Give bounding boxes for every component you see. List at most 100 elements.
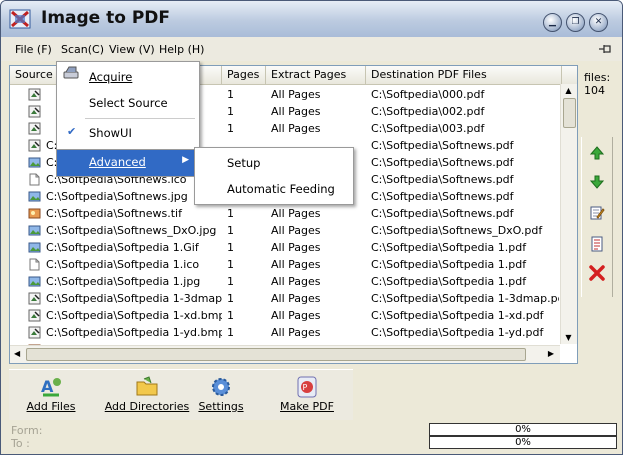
restore-icon: ❐ bbox=[571, 17, 580, 27]
cell-destination: C:\Softpedia\Softpedia 1.pdf bbox=[371, 258, 527, 271]
table-row[interactable]: C:\Softpedia\Softpedia 1-3dmap.b... 1 All … bbox=[10, 290, 560, 307]
cell-destination: C:\Softpedia\Softpedia 1-yd.pdf bbox=[371, 326, 544, 339]
pin-icon[interactable] bbox=[598, 43, 612, 55]
cell-destination: C:\Softpedia\Softnews.pdf bbox=[371, 139, 514, 152]
table-row[interactable]: C:\Softpedia\Softpedia 1-yd.bmp 1 All Page… bbox=[10, 324, 560, 341]
scroll-left-icon[interactable]: ◀ bbox=[14, 349, 20, 358]
add-files-label: Add Files bbox=[26, 400, 76, 413]
scroll-up-icon[interactable]: ▲ bbox=[563, 86, 574, 95]
cell-extract-pages: All Pages bbox=[271, 292, 321, 305]
delete-button[interactable] bbox=[585, 262, 609, 284]
photo-icon bbox=[28, 208, 41, 219]
horizontal-scroll-thumb[interactable] bbox=[26, 348, 526, 361]
menu-file[interactable]: File (F) bbox=[15, 43, 52, 56]
menu-item-setup[interactable]: Setup bbox=[195, 151, 353, 175]
svg-text:A: A bbox=[41, 377, 54, 396]
add-files-button[interactable]: A Add Files bbox=[21, 370, 81, 420]
picture-icon bbox=[28, 157, 41, 168]
edit-item-button[interactable] bbox=[585, 202, 609, 224]
menu-bar: File (F) Scan(C) View (V) Help (H) bbox=[1, 37, 622, 61]
close-icon: ✕ bbox=[594, 17, 603, 27]
menu-item-show-ui[interactable]: ShowUI bbox=[57, 121, 199, 145]
cell-source: C:\Softpedia\Softpedia 1-xd.bmp bbox=[46, 309, 222, 322]
menu-item-automatic-feeding[interactable]: Automatic Feeding bbox=[195, 177, 353, 201]
submenu-arrow-icon: ▶ bbox=[182, 155, 189, 165]
cell-extract-pages: All Pages bbox=[271, 309, 321, 322]
menu-help[interactable]: Help (H) bbox=[159, 43, 204, 56]
make-pdf-label: Make PDF bbox=[280, 400, 334, 413]
cell-destination: C:\Softpedia\Softnews_DxO.pdf bbox=[371, 224, 543, 237]
menu-scan[interactable]: Scan(C) bbox=[61, 43, 104, 56]
cell-source: C:\Softpedia\Softnews_DxO.jpg bbox=[46, 224, 217, 237]
minimize-button[interactable]: ▁ bbox=[543, 13, 562, 32]
table-row[interactable]: C:\Softpedia\Softpedia 1-xd.bmp 1 All Page… bbox=[10, 307, 560, 324]
menu-separator bbox=[85, 118, 195, 119]
pdf-icon: P bbox=[297, 376, 317, 398]
cell-pages: 1 bbox=[227, 105, 234, 118]
settings-button[interactable]: Settings bbox=[197, 370, 245, 420]
form-label: Form: bbox=[11, 424, 43, 437]
scan-menu: Acquire Select Source ✔ ShowUI bbox=[56, 61, 200, 151]
vertical-scrollbar[interactable]: ▲ ▼ bbox=[560, 84, 577, 344]
cell-extract-pages: All Pages bbox=[271, 224, 321, 237]
cell-pages: 1 bbox=[227, 122, 234, 135]
add-directories-button[interactable]: Add Directories bbox=[95, 370, 199, 420]
cell-source: C:\Softpedia\Softpedia 1-3dmap.b... bbox=[46, 292, 222, 305]
cell-extract-pages: All Pages bbox=[271, 241, 321, 254]
menu-view[interactable]: View (V) bbox=[109, 43, 155, 56]
column-pages[interactable]: Pages bbox=[222, 66, 266, 84]
cell-destination: C:\Softpedia\Softpedia 1.pdf bbox=[371, 275, 527, 288]
form-progress-bar: 0% bbox=[429, 423, 617, 436]
folder-icon bbox=[136, 376, 158, 396]
cell-destination: C:\Softpedia\Softnews.pdf bbox=[371, 173, 514, 186]
column-extract-pages[interactable]: Extract Pages bbox=[266, 66, 366, 84]
image-icon bbox=[28, 122, 41, 135]
document-list-icon bbox=[591, 236, 603, 252]
delete-icon bbox=[589, 265, 605, 281]
menu-item-select-source[interactable]: Select Source bbox=[57, 91, 199, 115]
image-icon bbox=[28, 326, 41, 339]
cell-pages: 1 bbox=[227, 258, 234, 271]
cell-extract-pages: All Pages bbox=[271, 105, 321, 118]
cell-source: C:\Softpedia\Softpedia 1.jpg bbox=[46, 275, 201, 288]
picture-icon bbox=[28, 242, 41, 253]
cell-source: C:\Softpedia\Softpedia 1.Gif bbox=[46, 241, 199, 254]
menu-item-advanced[interactable]: Advanced ▶ bbox=[56, 149, 196, 177]
table-row[interactable]: C:\Softpedia\Softnews.tif 1 All Pages C:\So… bbox=[10, 205, 560, 222]
vertical-scroll-thumb[interactable] bbox=[563, 98, 576, 128]
properties-button[interactable] bbox=[585, 233, 609, 255]
add-files-icon: A bbox=[41, 377, 61, 397]
picture-icon bbox=[28, 276, 41, 287]
cell-destination: C:\Softpedia\Softpedia 1-3dmap.pdf bbox=[371, 292, 559, 305]
file-icon bbox=[29, 258, 40, 271]
cell-pages: 1 bbox=[227, 309, 234, 322]
table-row[interactable]: C:\Softpedia\Softnews_DxO.jpg 1 All Pages C… bbox=[10, 222, 560, 239]
arrow-down-icon bbox=[590, 175, 604, 189]
cell-extract-pages: All Pages bbox=[271, 88, 321, 101]
cell-pages: 1 bbox=[227, 224, 234, 237]
table-row[interactable]: C:\Softpedia\Softpedia 1.ico 1 All Pages C:… bbox=[10, 256, 560, 273]
move-up-button[interactable] bbox=[585, 142, 609, 164]
minimize-icon: ▁ bbox=[549, 17, 556, 27]
cell-destination: C:\Softpedia\000.pdf bbox=[371, 88, 485, 101]
maximize-button[interactable]: ❐ bbox=[566, 13, 585, 32]
cell-destination: C:\Softpedia\Softpedia 1-xd.pdf bbox=[371, 309, 544, 322]
move-down-button[interactable] bbox=[585, 171, 609, 193]
horizontal-scrollbar[interactable]: ◀ ▶ bbox=[10, 345, 560, 363]
image-icon bbox=[28, 309, 41, 322]
column-destination[interactable]: Destination PDF Files bbox=[366, 66, 562, 84]
cell-destination: C:\Softpedia\003.pdf bbox=[371, 122, 485, 135]
scroll-down-icon[interactable]: ▼ bbox=[563, 333, 574, 342]
table-row[interactable]: C:\Softpedia\Softpedia 1.jpg 1 All Pages C:… bbox=[10, 273, 560, 290]
table-row[interactable]: C:\Softpedia\Softpedia 1.Gif 1 All Pages C:… bbox=[10, 239, 560, 256]
cell-pages: 1 bbox=[227, 292, 234, 305]
menu-item-acquire[interactable]: Acquire bbox=[57, 65, 199, 89]
to-progress-bar: 0% bbox=[429, 436, 617, 449]
scroll-right-icon[interactable]: ▶ bbox=[548, 349, 554, 358]
make-pdf-button[interactable]: P Make PDF bbox=[273, 370, 341, 420]
cell-pages: 1 bbox=[227, 326, 234, 339]
cell-destination: C:\Softpedia\Softnews.pdf bbox=[371, 190, 514, 203]
cell-extract-pages: All Pages bbox=[271, 275, 321, 288]
close-button[interactable]: ✕ bbox=[589, 13, 608, 32]
cell-source: C:\Softpedia\Softnews.tif bbox=[46, 207, 182, 220]
